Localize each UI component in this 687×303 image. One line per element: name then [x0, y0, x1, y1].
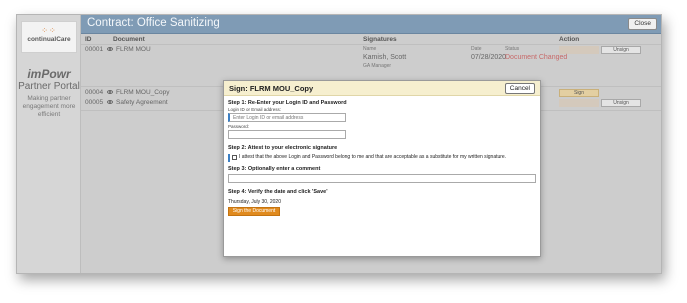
row-2-document-name: FLRM MOU_Copy — [116, 89, 170, 96]
password-input[interactable] — [228, 130, 346, 139]
column-header-action: Action — [559, 36, 580, 43]
row-divider — [81, 44, 661, 45]
portal-title: Partner Portal — [18, 81, 80, 92]
subheader-date: Date — [471, 46, 482, 52]
row-1-unsign-button[interactable]: Unsign — [601, 46, 641, 54]
row-3-document-name: Safety Agreement — [116, 99, 168, 106]
brand-name: imPowr — [27, 67, 71, 81]
comment-input[interactable] — [228, 174, 536, 183]
login-id-input[interactable] — [228, 113, 346, 122]
attest-checkbox[interactable] — [232, 155, 237, 160]
step-4-heading: Step 4: Verify the date and click 'Save' — [228, 189, 328, 195]
column-header-document: Document — [113, 36, 145, 43]
step-3-heading: Step 3: Optionally enter a comment — [228, 166, 321, 172]
sign-document-button[interactable]: Sign the Document — [228, 207, 280, 216]
row-1-id: 00001 — [85, 46, 104, 53]
password-label: Password: — [228, 124, 250, 129]
row-2-id: 00004 — [85, 89, 104, 96]
close-button[interactable]: Close — [628, 18, 657, 30]
subheader-status: Status — [505, 46, 520, 52]
row-1-document-name: FLRM MOU — [116, 46, 151, 53]
sidebar: ⁘⁘ continualCare imPowr Partner Portal M… — [17, 15, 81, 273]
row-3-action-highlight — [559, 99, 599, 107]
logo-text: continualCare — [27, 36, 71, 43]
logo-dots-icon: ⁘⁘ — [41, 26, 57, 35]
step-1-heading: Step 1: Re-Enter your Login ID and Passw… — [228, 100, 347, 106]
row-2-document[interactable]: FLRM MOU_Copy — [107, 89, 169, 96]
row-1-status: Document Changed — [505, 54, 568, 61]
row-1-date: 07/28/2020 — [471, 54, 507, 61]
row-3-id: 00005 — [85, 99, 104, 106]
row-2-sign-button[interactable]: Sign — [559, 89, 599, 97]
focus-marker — [228, 154, 230, 162]
row-3-document[interactable]: Safety Agreement — [107, 99, 168, 106]
row-1-signer: Kamish, Scott — [363, 54, 407, 61]
row-1-action-highlight — [559, 46, 599, 54]
step-2-heading: Step 2: Attest to your electronic signat… — [228, 145, 338, 151]
row-1-signer-role: GA Manager — [363, 63, 392, 69]
eye-icon[interactable] — [107, 90, 113, 95]
column-header-id: ID — [85, 36, 92, 43]
row-1-document[interactable]: FLRM MOU — [107, 46, 151, 53]
attest-statement: I attest that the above Login and Passwo… — [239, 154, 507, 160]
dialog-header: Sign: FLRM MOU_Copy Cancel — [224, 81, 540, 96]
cancel-button[interactable]: Cancel — [504, 83, 535, 94]
page-title: Contract: Office Sanitizing — [87, 17, 220, 29]
sign-dialog: Sign: FLRM MOU_Copy Cancel Step 1: Re-En… — [223, 80, 541, 257]
signature-date: Thursday, July 30, 2020 — [228, 199, 281, 205]
subheader-name: Name — [363, 46, 377, 52]
continualcare-logo: ⁘⁘ continualCare — [21, 21, 77, 53]
row-3-unsign-button[interactable]: Unsign — [601, 99, 641, 107]
dialog-title: Sign: FLRM MOU_Copy — [229, 84, 314, 93]
login-id-label: Login ID or Email address: — [228, 107, 282, 112]
column-header-signatures: Signatures — [363, 36, 397, 43]
eye-icon[interactable] — [107, 100, 113, 105]
portal-subtitle: Making partner engagement more efficient — [22, 95, 76, 118]
page-header: Contract: Office Sanitizing Close — [81, 15, 661, 34]
eye-icon[interactable] — [107, 47, 113, 52]
